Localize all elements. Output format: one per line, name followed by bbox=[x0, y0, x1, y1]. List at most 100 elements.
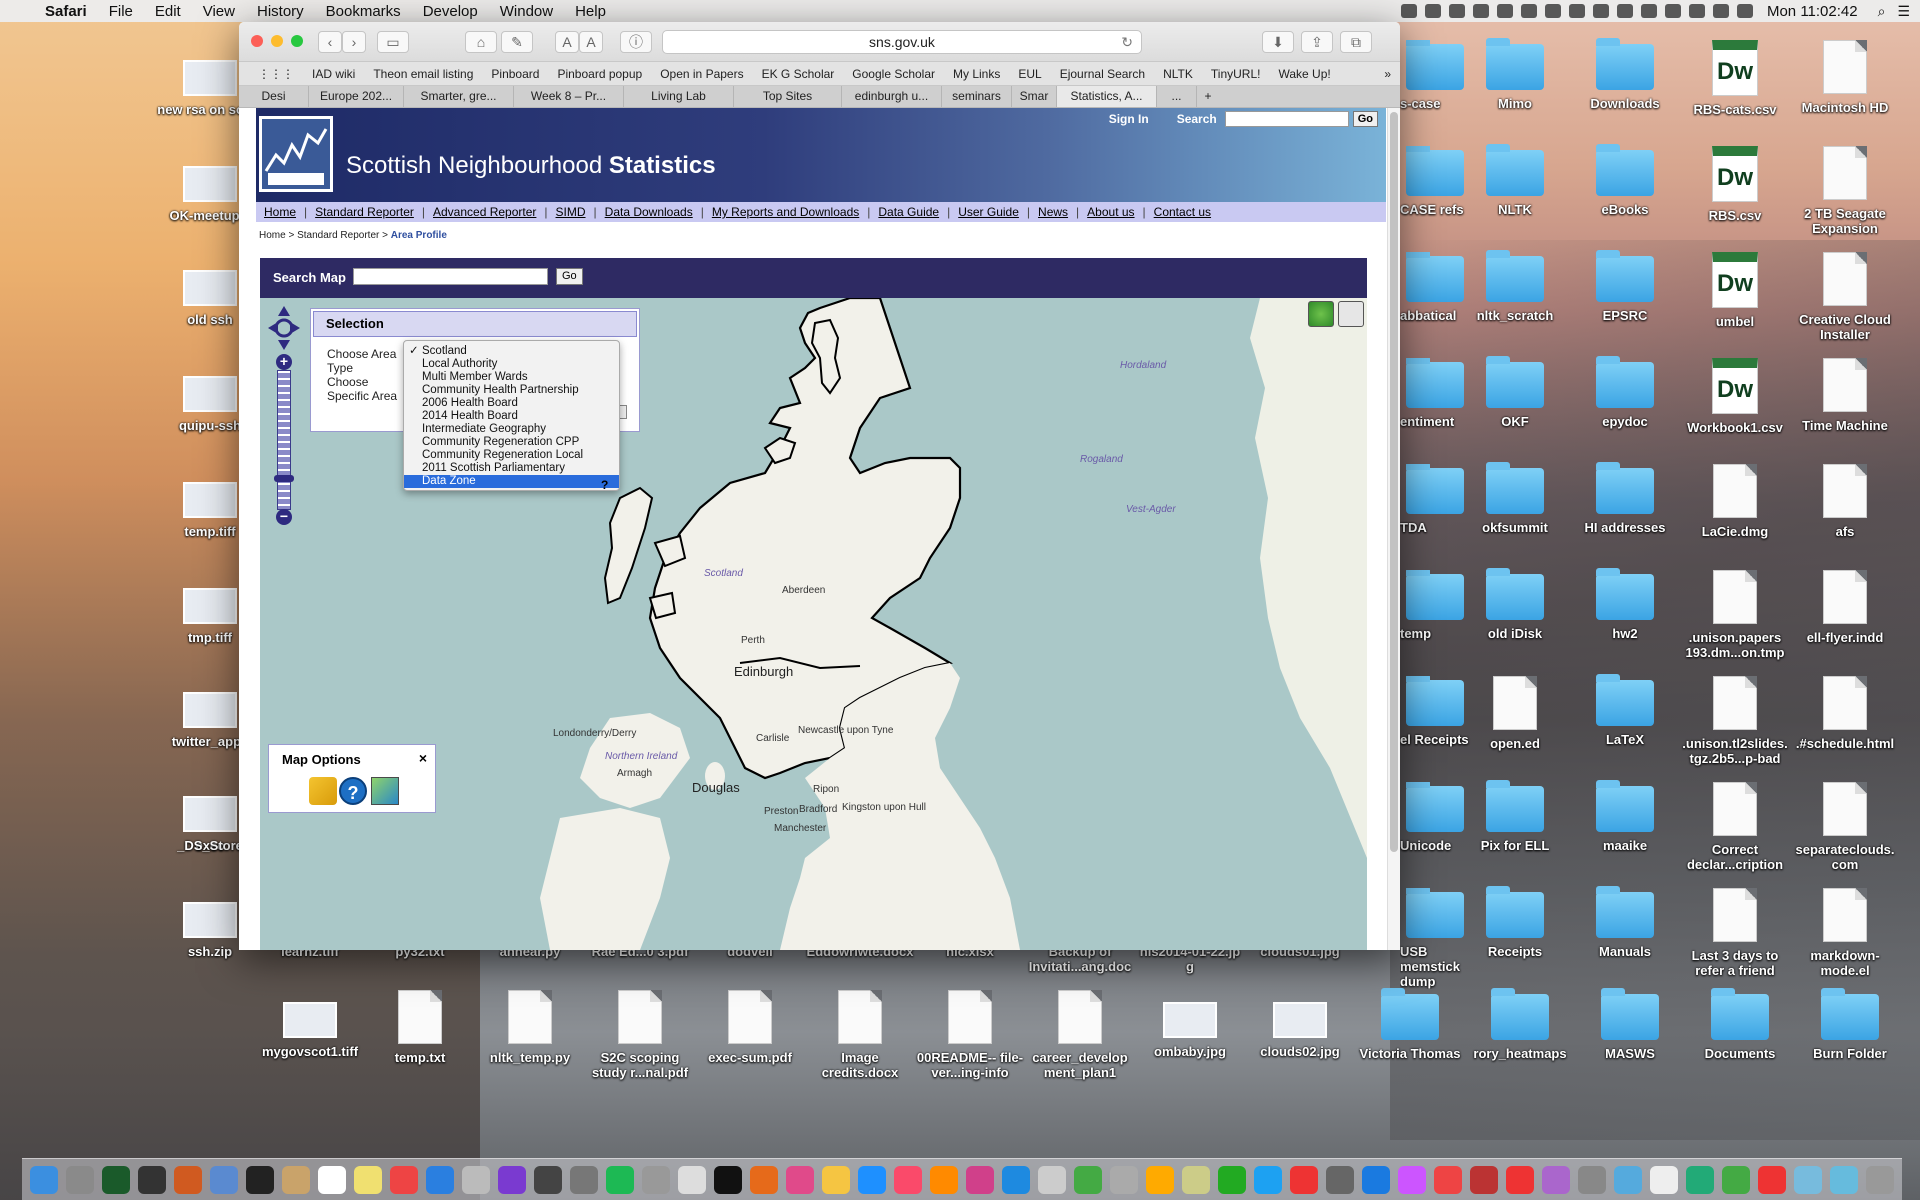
search-map-input[interactable] bbox=[353, 268, 548, 285]
desktop-icon[interactable]: Dw Workbook1.csv bbox=[1680, 358, 1790, 435]
dock-app-icon[interactable] bbox=[318, 1165, 346, 1194]
bookmark-item[interactable]: EUL bbox=[1009, 67, 1050, 81]
sign-in-link[interactable]: Sign In bbox=[1109, 112, 1149, 126]
dock-app-icon[interactable] bbox=[1722, 1165, 1750, 1194]
nav-link[interactable]: Advanced Reporter bbox=[425, 205, 544, 219]
dock-app-icon[interactable] bbox=[1794, 1165, 1822, 1194]
dock-app-icon[interactable] bbox=[1866, 1165, 1894, 1194]
desktop-icon[interactable]: Unicode bbox=[1400, 782, 1480, 853]
menu-develop[interactable]: Develop bbox=[412, 3, 489, 20]
menu-file[interactable]: File bbox=[98, 3, 144, 20]
address-bar[interactable]: sns.gov.uk ↻ bbox=[662, 30, 1142, 54]
dock-app-icon[interactable] bbox=[534, 1165, 562, 1194]
desktop-icon[interactable]: separateclouds. com bbox=[1790, 782, 1900, 872]
menu-help[interactable]: Help bbox=[564, 3, 617, 20]
site-search-input[interactable] bbox=[1224, 111, 1349, 127]
info-icon[interactable] bbox=[1472, 4, 1489, 18]
downloads-icon[interactable]: ⬇ bbox=[1262, 31, 1294, 53]
browser-tab[interactable]: ... bbox=[1157, 86, 1197, 107]
bookmark-item[interactable]: Pinboard popup bbox=[548, 67, 651, 81]
dropdown-option[interactable]: 2011 Scottish Parliamentary Constituency bbox=[404, 462, 619, 487]
dock-app-icon[interactable] bbox=[966, 1165, 994, 1194]
area-type-dropdown[interactable]: ScotlandLocal AuthorityMulti Member Ward… bbox=[403, 340, 620, 491]
dock-app-icon[interactable] bbox=[1182, 1165, 1210, 1194]
dropdown-option[interactable]: Multi Member Wards bbox=[404, 371, 619, 384]
dock-app-icon[interactable] bbox=[1686, 1165, 1714, 1194]
desktop-icon[interactable]: epydoc bbox=[1570, 356, 1680, 429]
desktop-icon[interactable]: LaTeX bbox=[1570, 674, 1680, 747]
desktop-icon[interactable]: CASE refs bbox=[1400, 146, 1480, 217]
nav-link[interactable]: User Guide bbox=[950, 205, 1027, 219]
desktop-icon[interactable]: hw2 bbox=[1570, 568, 1680, 641]
desktop-icon[interactable]: mygovscot1.tiff bbox=[255, 990, 365, 1059]
dock-app-icon[interactable] bbox=[462, 1165, 490, 1194]
status-icon[interactable] bbox=[1400, 4, 1417, 18]
dock-app-icon[interactable] bbox=[210, 1165, 238, 1194]
menu-edit[interactable]: Edit bbox=[144, 3, 192, 20]
desktop-icon[interactable]: .unison.tl2slides. tgz.2b5...p-bad bbox=[1680, 676, 1790, 766]
new-tab-icon[interactable]: + bbox=[1197, 86, 1219, 107]
dropdown-option[interactable]: Scotland bbox=[404, 345, 619, 358]
bookmark-item[interactable]: Pinboard bbox=[482, 67, 548, 81]
nav-link[interactable]: Standard Reporter bbox=[307, 205, 422, 219]
spotlight-icon[interactable]: ⌕ bbox=[1878, 3, 1886, 20]
menubar-clock[interactable]: Mon 11:02:42 bbox=[1767, 3, 1858, 20]
dock-app-icon[interactable] bbox=[1434, 1165, 1462, 1194]
desktop-icon[interactable]: ombaby.jpg bbox=[1135, 990, 1245, 1059]
browser-tab[interactable]: Statistics, A... bbox=[1057, 86, 1157, 107]
dock-app-icon[interactable] bbox=[246, 1165, 274, 1194]
dock-app-icon[interactable] bbox=[1398, 1165, 1426, 1194]
desktop-icon[interactable]: Downloads bbox=[1570, 38, 1680, 111]
status-icon[interactable] bbox=[1496, 4, 1513, 18]
refresh-map-icon[interactable] bbox=[1308, 301, 1334, 327]
dock-app-icon[interactable] bbox=[1038, 1165, 1066, 1194]
dock-app-icon[interactable] bbox=[1830, 1165, 1858, 1194]
page-scrollbar[interactable] bbox=[1387, 108, 1400, 950]
nav-link[interactable]: Data Downloads bbox=[597, 205, 701, 219]
dock-app-icon[interactable] bbox=[282, 1165, 310, 1194]
desktop-icon[interactable]: .unison.papers 193.dm...on.tmp bbox=[1680, 570, 1790, 660]
label-tag-icon[interactable] bbox=[309, 777, 337, 805]
home-icon[interactable]: ⌂ bbox=[465, 31, 497, 53]
dock-app-icon[interactable] bbox=[714, 1165, 742, 1194]
top-sites-grid-icon[interactable]: ⋮⋮⋮ bbox=[249, 67, 303, 81]
site-search-go-button[interactable]: Go bbox=[1352, 111, 1378, 127]
notification-center-icon[interactable]: ☰ bbox=[1897, 3, 1910, 20]
volume-icon[interactable] bbox=[1688, 4, 1705, 18]
text-larger-icon[interactable]: A bbox=[579, 31, 603, 53]
desktop-icon[interactable]: s-case bbox=[1400, 40, 1480, 111]
reload-icon[interactable]: ↻ bbox=[1121, 31, 1133, 53]
dock-app-icon[interactable] bbox=[174, 1165, 202, 1194]
bluetooth-icon[interactable] bbox=[1640, 4, 1657, 18]
info-icon[interactable]: ⓘ bbox=[620, 31, 652, 53]
minimize-window-button[interactable] bbox=[271, 35, 283, 47]
desktop-icon[interactable]: abbatical bbox=[1400, 252, 1480, 323]
nav-link[interactable]: About us bbox=[1079, 205, 1142, 219]
dock-app-icon[interactable] bbox=[786, 1165, 814, 1194]
desktop-icon[interactable]: temp.txt bbox=[365, 990, 475, 1065]
zoom-out-button[interactable]: − bbox=[276, 509, 292, 525]
map-view[interactable]: Hordaland Rogaland Vest-Agder Scotland Aberd… bbox=[260, 298, 1367, 950]
desktop-icon[interactable]: Time Machine bbox=[1790, 358, 1900, 433]
dropdown-option[interactable]: 2014 Health Board bbox=[404, 410, 619, 423]
dock-app-icon[interactable] bbox=[1218, 1165, 1246, 1194]
desktop-icon[interactable]: S2C scoping study r...nal.pdf bbox=[585, 990, 695, 1080]
browser-tab[interactable]: Week 8 – Pr... bbox=[514, 86, 624, 107]
nav-link[interactable]: Home bbox=[256, 205, 304, 219]
desktop-icon[interactable]: nltk_temp.py bbox=[475, 990, 585, 1065]
status-icon[interactable] bbox=[1592, 4, 1609, 18]
desktop-icon[interactable]: exec-sum.pdf bbox=[695, 990, 805, 1065]
dock-app-icon[interactable] bbox=[1614, 1165, 1642, 1194]
desktop-icon[interactable]: Creative Cloud Installer bbox=[1790, 252, 1900, 342]
dock-app-icon[interactable] bbox=[1542, 1165, 1570, 1194]
desktop-icon[interactable]: entiment bbox=[1400, 358, 1480, 429]
bookmark-item[interactable]: EK G Scholar bbox=[753, 67, 844, 81]
desktop-icon[interactable]: Victoria Thomas bbox=[1355, 988, 1465, 1061]
dock-app-icon[interactable] bbox=[1326, 1165, 1354, 1194]
dock-app-icon[interactable] bbox=[1758, 1165, 1786, 1194]
nav-link[interactable]: Data Guide bbox=[870, 205, 947, 219]
battery-icon[interactable] bbox=[1664, 4, 1681, 18]
dropdown-option[interactable]: Community Regeneration CPP bbox=[404, 436, 619, 449]
desktop-icon[interactable]: career_develop ment_plan1 bbox=[1025, 990, 1135, 1080]
search-map-go-button[interactable]: Go bbox=[556, 268, 583, 285]
